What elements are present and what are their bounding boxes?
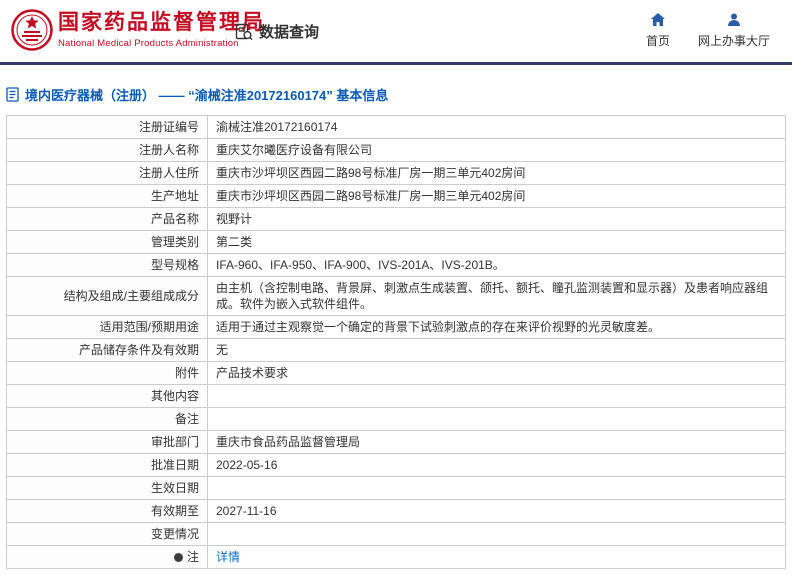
field-value: IFA-960、IFA-950、IFA-900、IVS-201A、IVS-201… bbox=[207, 253, 786, 277]
field-label: 其他内容 bbox=[6, 384, 208, 408]
header-nav: 首页 网上办事大厅 bbox=[646, 12, 770, 49]
field-value bbox=[207, 476, 786, 500]
nav-data-query[interactable]: 数据查询 bbox=[235, 21, 319, 42]
field-value: 重庆市食品药品监督管理局 bbox=[207, 430, 786, 454]
field-value: 2022-05-16 bbox=[207, 453, 786, 477]
field-value: 无 bbox=[207, 338, 786, 362]
field-value: 重庆市沙坪坝区西园二路98号标准厂房一期三单元402房间 bbox=[207, 184, 786, 208]
table-row: 注册人住所 重庆市沙坪坝区西园二路98号标准厂房一期三单元402房间 bbox=[6, 161, 786, 185]
field-label: 生产地址 bbox=[6, 184, 208, 208]
nav-home[interactable]: 首页 bbox=[646, 12, 670, 49]
field-value bbox=[207, 407, 786, 431]
site-header: 国家药品监督管理局 National Medical Products Admi… bbox=[0, 0, 792, 62]
user-icon bbox=[727, 13, 740, 26]
field-value bbox=[207, 384, 786, 408]
field-label: 有效期至 bbox=[6, 499, 208, 523]
document-icon bbox=[6, 86, 19, 102]
table-row: 有效期至 2027-11-16 bbox=[6, 499, 786, 523]
agency-title-block: 国家药品监督管理局 National Medical Products Admi… bbox=[58, 11, 265, 49]
table-row: 批准日期 2022-05-16 bbox=[6, 453, 786, 477]
field-label: 变更情况 bbox=[6, 522, 208, 546]
registration-info-table: 注册证编号 渝械注准20172160174 注册人名称 重庆艾尔曦医疗设备有限公… bbox=[6, 115, 786, 569]
table-row: 产品名称 视野计 bbox=[6, 207, 786, 231]
table-row: 生产地址 重庆市沙坪坝区西园二路98号标准厂房一期三单元402房间 bbox=[6, 184, 786, 208]
table-row: 管理类别 第二类 bbox=[6, 230, 786, 254]
home-icon bbox=[650, 13, 665, 26]
page: 国家药品监督管理局 National Medical Products Admi… bbox=[0, 0, 792, 576]
field-value: 渝械注准20172160174 bbox=[207, 115, 786, 139]
field-value: 第二类 bbox=[207, 230, 786, 254]
field-label: 管理类别 bbox=[6, 230, 208, 254]
field-label-note: 注 bbox=[6, 545, 208, 569]
field-label: 生效日期 bbox=[6, 476, 208, 500]
field-value: 重庆市沙坪坝区西园二路98号标准厂房一期三单元402房间 bbox=[207, 161, 786, 185]
table-row: 注册人名称 重庆艾尔曦医疗设备有限公司 bbox=[6, 138, 786, 162]
field-label: 型号规格 bbox=[6, 253, 208, 277]
table-row: 附件 产品技术要求 bbox=[6, 361, 786, 385]
agency-name-en: National Medical Products Administration bbox=[58, 38, 239, 49]
details-link[interactable]: 详情 bbox=[216, 550, 240, 564]
nav-service-hall[interactable]: 网上办事大厅 bbox=[698, 12, 770, 49]
table-row: 适用范围/预期用途 适用于通过主观察觉一个确定的背景下试验刺激点的存在来评价视野… bbox=[6, 315, 786, 339]
table-row: 备注 bbox=[6, 407, 786, 431]
table-row: 其他内容 bbox=[6, 384, 786, 408]
agency-name: 国家药品监督管理局 bbox=[58, 11, 265, 34]
data-query-label: 数据查询 bbox=[259, 24, 320, 41]
field-value: 视野计 bbox=[207, 207, 786, 231]
note-label: 注 bbox=[186, 550, 199, 564]
field-label: 注册人住所 bbox=[6, 161, 208, 185]
data-query-icon bbox=[235, 23, 253, 40]
field-label: 产品储存条件及有效期 bbox=[6, 338, 208, 362]
header-divider bbox=[0, 62, 792, 65]
field-label: 附件 bbox=[6, 361, 208, 385]
field-label: 注册证编号 bbox=[6, 115, 208, 139]
table-row: 结构及组成/主要组成成分 由主机（含控制电路、背景屏、刺激点生成装置、颌托、额托… bbox=[6, 276, 786, 316]
field-value: 重庆艾尔曦医疗设备有限公司 bbox=[207, 138, 786, 162]
breadcrumb-text: 境内医疗器械（注册） —— “渝械注准20172160174” 基本信息 bbox=[25, 87, 389, 103]
national-emblem-logo bbox=[10, 8, 54, 52]
note-icon bbox=[173, 553, 183, 562]
field-label: 注册人名称 bbox=[6, 138, 208, 162]
national-emblem-icon bbox=[11, 9, 53, 51]
table-row: 型号规格 IFA-960、IFA-950、IFA-900、IVS-201A、IV… bbox=[6, 253, 786, 277]
field-label: 产品名称 bbox=[6, 207, 208, 231]
table-row: 注册证编号 渝械注准20172160174 bbox=[6, 115, 786, 139]
field-label: 备注 bbox=[6, 407, 208, 431]
field-value: 2027-11-16 bbox=[207, 499, 786, 523]
field-label: 批准日期 bbox=[6, 453, 208, 477]
table-row: 产品储存条件及有效期 无 bbox=[6, 338, 786, 362]
field-value: 详情 bbox=[207, 545, 786, 569]
field-label: 适用范围/预期用途 bbox=[6, 315, 208, 339]
field-label: 结构及组成/主要组成成分 bbox=[6, 276, 208, 316]
nav-service-hall-label: 网上办事大厅 bbox=[697, 34, 770, 48]
field-value bbox=[207, 522, 786, 546]
table-row: 变更情况 bbox=[6, 522, 786, 546]
field-value: 适用于通过主观察觉一个确定的背景下试验刺激点的存在来评价视野的光灵敏度差。 bbox=[207, 315, 786, 339]
field-value: 产品技术要求 bbox=[207, 361, 786, 385]
nav-home-label: 首页 bbox=[645, 34, 670, 48]
field-label: 审批部门 bbox=[6, 430, 208, 454]
table-row: 生效日期 bbox=[6, 476, 786, 500]
breadcrumb: 境内医疗器械（注册） —— “渝械注准20172160174” 基本信息 bbox=[6, 85, 786, 103]
field-value: 由主机（含控制电路、背景屏、刺激点生成装置、颌托、额托、瞳孔监测装置和显示器）及… bbox=[207, 276, 786, 316]
table-row: 注 详情 bbox=[6, 545, 786, 569]
table-row: 审批部门 重庆市食品药品监督管理局 bbox=[6, 430, 786, 454]
